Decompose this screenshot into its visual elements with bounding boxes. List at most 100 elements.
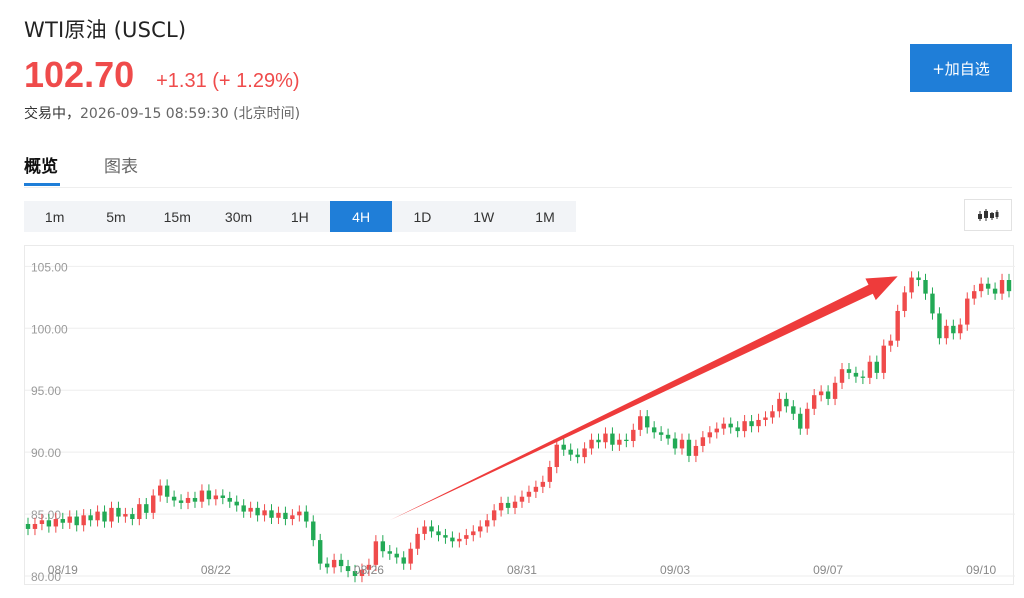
- tab-chart[interactable]: 图表: [104, 152, 138, 177]
- candle-body: [290, 515, 295, 520]
- candle-body: [373, 541, 379, 565]
- candle-body: [512, 501, 518, 508]
- x-tick-label: 09/07: [813, 563, 843, 577]
- candle-body: [519, 496, 525, 502]
- period-1w[interactable]: 1W: [453, 201, 514, 232]
- candle-body: [471, 531, 476, 536]
- candle-body: [484, 520, 490, 527]
- period-5m[interactable]: 5m: [85, 201, 146, 232]
- y-tick-label: 105.00: [31, 260, 68, 274]
- x-tick-label: 08/26: [354, 563, 384, 577]
- status-time: 2026-09-15 08:59:30 (北京时间): [80, 106, 301, 122]
- candle-body: [227, 497, 232, 502]
- candle-body: [1006, 280, 1012, 292]
- candle-body: [192, 497, 198, 502]
- chart-type-button[interactable]: [964, 199, 1012, 231]
- candle-body: [32, 523, 38, 529]
- period-4h[interactable]: 4H: [330, 201, 392, 232]
- candle-body: [561, 444, 566, 450]
- y-tick-label: 95.00: [31, 384, 61, 398]
- candle-body: [603, 433, 608, 443]
- candle-body: [67, 516, 72, 523]
- candle-body: [958, 324, 963, 334]
- period-1h[interactable]: 1H: [269, 201, 330, 232]
- candle-body: [123, 514, 128, 517]
- candle-body: [811, 395, 817, 409]
- candle-body: [693, 445, 699, 456]
- candle-body: [721, 423, 726, 429]
- candle-body: [81, 515, 86, 526]
- y-tick-label: 100.00: [31, 322, 68, 336]
- price-chart[interactable]: 80.00 85.00 90.00 95.00 100.00 105.00 08/19 08/…: [24, 245, 1015, 585]
- period-1d[interactable]: 1D: [392, 201, 453, 232]
- candle-body: [283, 512, 288, 520]
- y-tick-label: 90.00: [31, 446, 61, 460]
- candle-body: [832, 382, 838, 399]
- trading-status: 交易中，2026-09-15 08:59:30 (北京时间): [24, 103, 300, 123]
- candle-body: [255, 507, 260, 516]
- candle-body: [818, 391, 824, 396]
- candle-body: [408, 548, 413, 564]
- candle-body: [547, 467, 553, 482]
- candle-body: [95, 511, 100, 521]
- candle-body: [860, 376, 866, 378]
- candle-body: [700, 437, 706, 446]
- candle-body: [672, 438, 678, 449]
- candle-body: [297, 511, 302, 516]
- candle-body: [130, 514, 135, 520]
- candle-body: [853, 372, 859, 377]
- period-30m[interactable]: 30m: [208, 201, 269, 232]
- price-change: +1.31 (+ 1.29%): [156, 70, 300, 92]
- candle-body: [916, 277, 921, 281]
- candle-body: [999, 280, 1005, 294]
- period-1mo[interactable]: 1M: [514, 201, 575, 232]
- period-15m[interactable]: 15m: [147, 201, 208, 232]
- candle-body: [394, 553, 399, 558]
- add-watchlist-button[interactable]: +加自选: [910, 44, 1012, 92]
- period-1m[interactable]: 1m: [24, 201, 85, 232]
- candle-body: [39, 520, 45, 524]
- candle-body: [526, 491, 532, 497]
- candle-body: [109, 507, 114, 522]
- candle-body: [262, 510, 267, 516]
- status-label: 交易中，: [24, 106, 80, 122]
- instrument-title: WTI原油 (USCL): [24, 18, 187, 42]
- candle-body: [304, 511, 309, 522]
- candle-body: [25, 523, 31, 529]
- candle-body: [46, 520, 52, 527]
- candle-body: [144, 504, 149, 513]
- candle-body: [478, 526, 483, 532]
- candle-body: [763, 417, 768, 420]
- x-tick-label: 08/19: [48, 563, 78, 577]
- candle-body: [575, 454, 580, 458]
- candle-body: [443, 535, 448, 538]
- candle-body: [742, 421, 747, 432]
- candle-body: [651, 427, 657, 433]
- active-tab-indicator: [24, 183, 60, 186]
- candle-body: [102, 511, 107, 522]
- candle-body: [137, 504, 142, 520]
- last-price: 102.70: [24, 54, 135, 95]
- candle-body: [686, 439, 692, 456]
- candle-body: [638, 416, 643, 430]
- candle-body: [839, 369, 845, 383]
- candle-body: [846, 369, 852, 373]
- candle-body: [985, 283, 991, 289]
- candle-body: [568, 449, 573, 455]
- candle-body: [624, 439, 629, 442]
- candle-body: [658, 432, 664, 435]
- candle-body: [805, 408, 810, 429]
- candle-body: [491, 510, 497, 521]
- candle-body: [60, 519, 65, 523]
- price-row: 102.70 +1.31 (+ 1.29%): [24, 54, 300, 96]
- tab-overview[interactable]: 概览: [24, 152, 58, 177]
- candle-body: [937, 313, 942, 339]
- candle-body: [185, 497, 191, 503]
- candle-body: [505, 502, 511, 508]
- candle-body: [387, 551, 392, 554]
- candle-body: [554, 444, 559, 468]
- candle-body: [241, 505, 246, 512]
- candle-body: [234, 501, 239, 506]
- candle-body: [679, 439, 685, 449]
- candle-body: [930, 293, 935, 314]
